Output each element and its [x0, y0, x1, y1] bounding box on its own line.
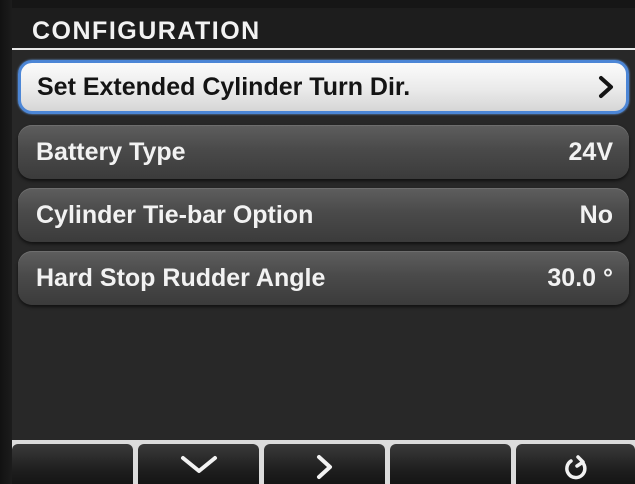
menu-item-cylinder-tie-bar-option[interactable]: Cylinder Tie-bar Option No: [18, 188, 629, 242]
menu-item-hard-stop-rudder-angle[interactable]: Hard Stop Rudder Angle 30.0 °: [18, 251, 629, 305]
configuration-panel: CONFIGURATION Set Extended Cylinder Turn…: [12, 8, 635, 484]
chevron-down-icon: [180, 456, 217, 473]
menu-item-set-extended-cylinder-turn-dir[interactable]: Set Extended Cylinder Turn Dir.: [18, 60, 629, 114]
menu-item-label: Hard Stop Rudder Angle: [36, 264, 326, 292]
bezel-left: [0, 0, 12, 484]
softkey-5-back[interactable]: [516, 444, 635, 484]
chevron-right-icon: [599, 76, 613, 98]
softkey-2-down[interactable]: [138, 444, 259, 484]
softkey-bar: [12, 440, 635, 484]
softkey-4[interactable]: [390, 444, 511, 484]
menu-item-value: 30.0 °: [547, 264, 613, 292]
chevron-right-icon: [316, 455, 332, 479]
menu-item-label: Battery Type: [36, 138, 186, 166]
menu-item-label: Set Extended Cylinder Turn Dir.: [37, 73, 411, 101]
display-screen: CONFIGURATION Set Extended Cylinder Turn…: [0, 0, 635, 484]
softkey-3-enter[interactable]: [264, 444, 385, 484]
softkey-1[interactable]: [12, 444, 133, 484]
menu-item-value: No: [579, 201, 613, 229]
menu-item-value: 24V: [568, 138, 613, 166]
menu-item-battery-type[interactable]: Battery Type 24V: [18, 125, 629, 179]
page-title: CONFIGURATION: [32, 17, 261, 45]
bezel-top: [0, 0, 635, 8]
menu-item-label: Cylinder Tie-bar Option: [36, 201, 314, 229]
header-bar: CONFIGURATION: [12, 8, 635, 50]
back-arrow-icon: [564, 455, 587, 480]
